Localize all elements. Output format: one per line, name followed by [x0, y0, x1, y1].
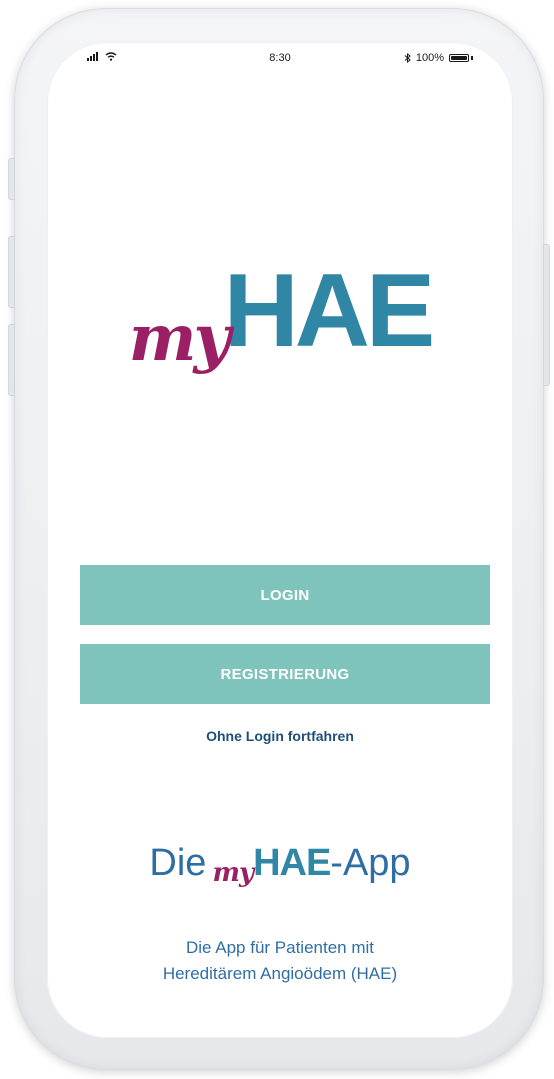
app-title-hae: HAE — [253, 842, 331, 884]
battery-icon — [449, 54, 469, 62]
logo-my: my — [128, 301, 231, 376]
app-title-my: my — [212, 858, 254, 888]
app-title: Die myHAE-App — [47, 842, 513, 888]
app-logo: myHAE — [47, 252, 513, 376]
side-button-volume-up — [8, 236, 15, 308]
side-button-volume-down — [8, 324, 15, 396]
continue-without-login-link[interactable]: Ohne Login fortfahren — [47, 728, 513, 744]
status-bar: 8:30 100% — [47, 50, 513, 70]
battery-percent: 100% — [415, 52, 444, 64]
app-subtitle-line1: Die App für Patienten mit — [185, 938, 375, 957]
logo-hae: HAE — [223, 253, 436, 369]
app-title-suffix: -App — [330, 842, 411, 884]
bluetooth-icon — [404, 53, 411, 63]
app-subtitle-line2: Hereditärem Angioödem (HAE) — [162, 964, 398, 983]
side-button-mute — [8, 158, 15, 200]
status-right: 100% — [404, 52, 473, 64]
app-subtitle: Die App für Patienten mit Hereditärem An… — [47, 935, 513, 987]
login-button[interactable]: LOGIN — [80, 565, 490, 625]
register-button[interactable]: REGISTRIERUNG — [80, 644, 490, 704]
app-title-prefix: Die — [149, 842, 207, 884]
device-mockup: 8:30 100% myHAE LOGIN REGISTRIERUNG Ohne… — [0, 0, 554, 1079]
battery-tip — [471, 56, 473, 60]
side-button-power — [543, 244, 550, 386]
app-screen: 8:30 100% myHAE LOGIN REGISTRIERUNG Ohne… — [47, 42, 513, 1038]
